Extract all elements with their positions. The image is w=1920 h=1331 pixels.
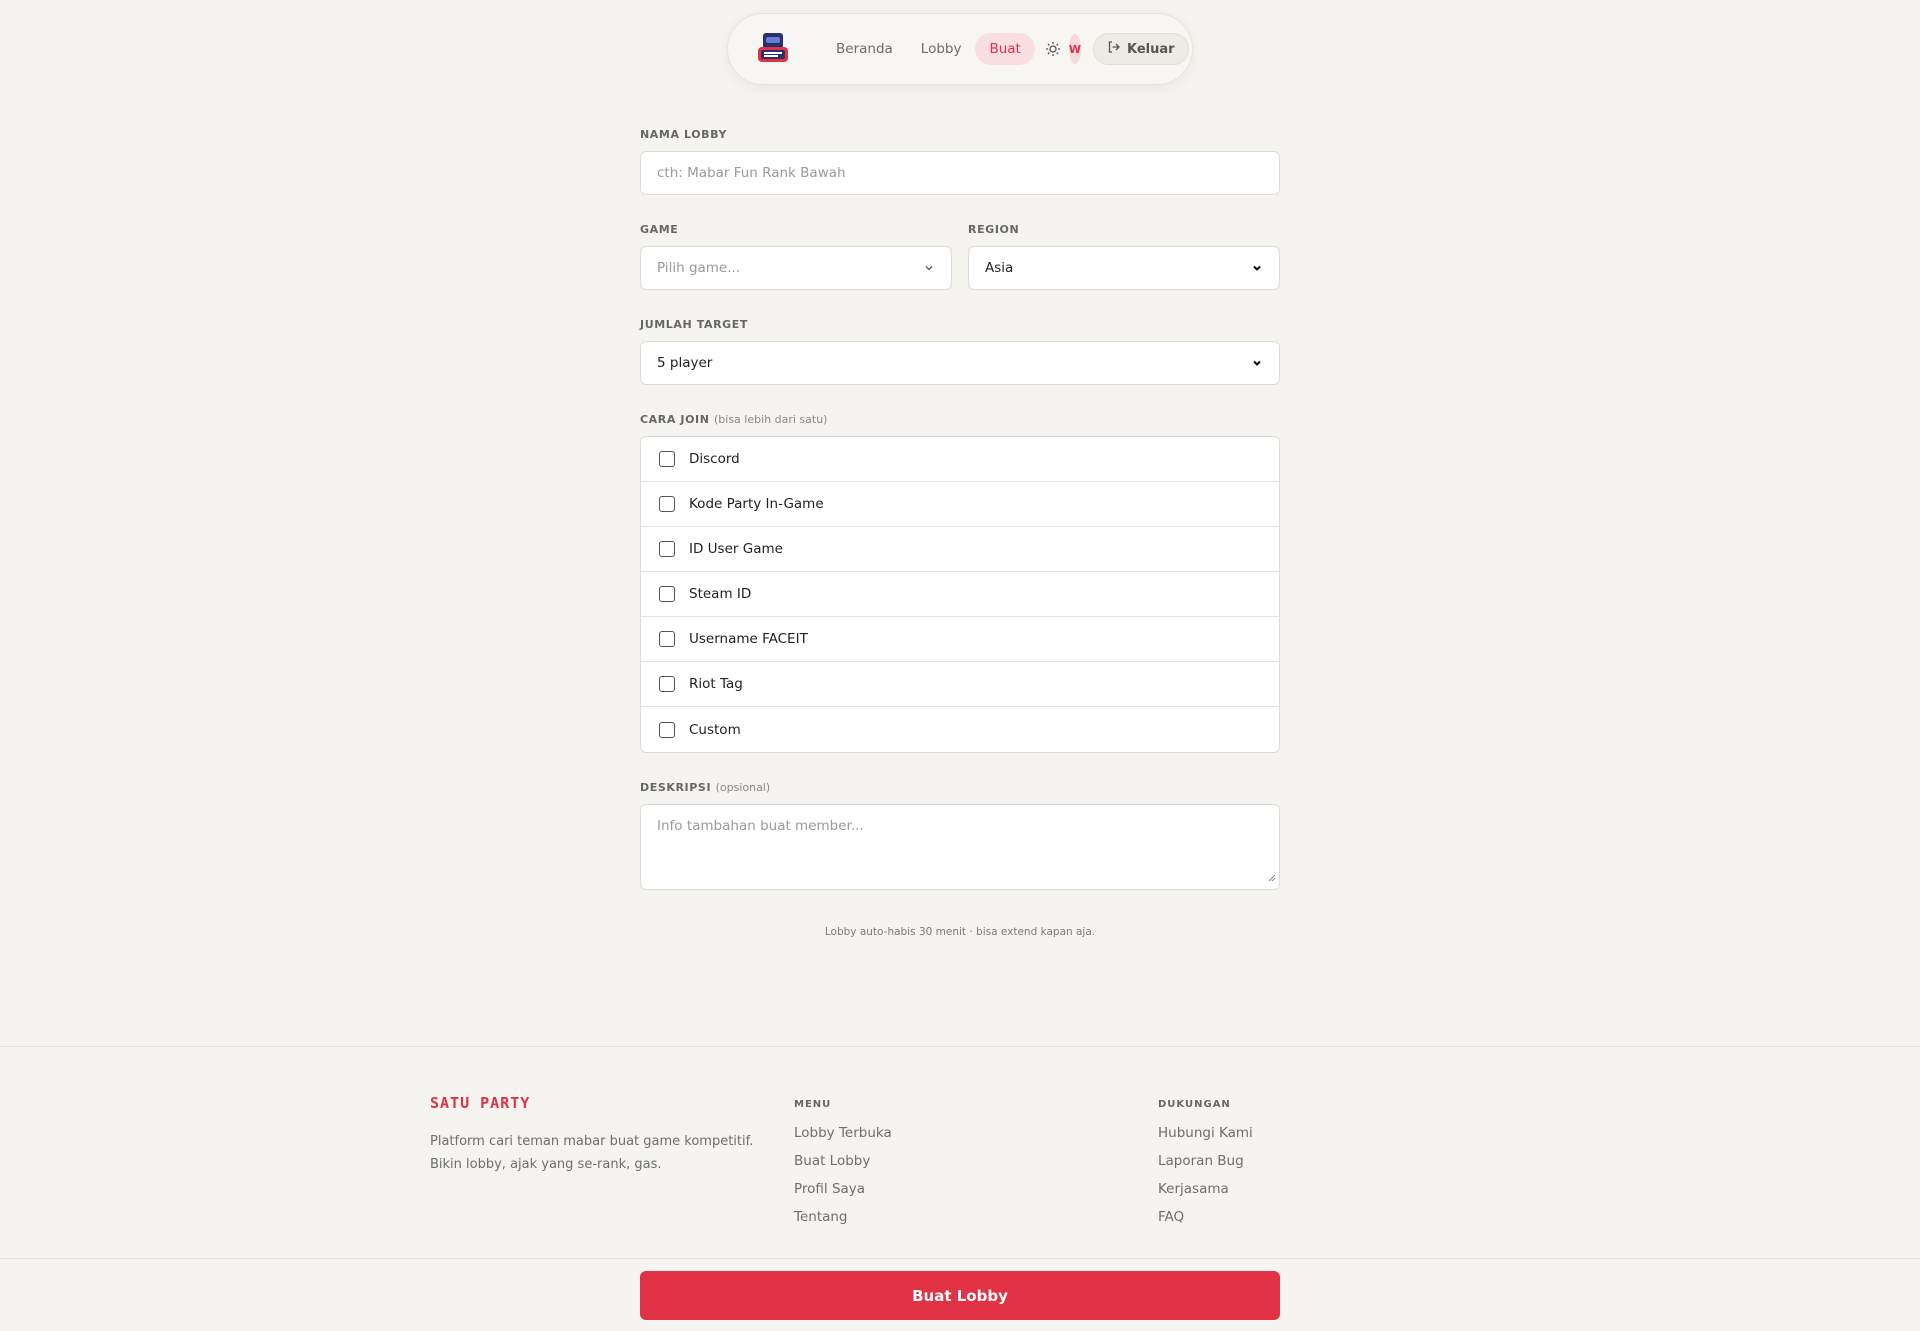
join-option-label: ID User Game — [689, 541, 783, 557]
checkbox[interactable] — [659, 721, 675, 738]
checkbox[interactable] — [659, 676, 675, 692]
description-label-text: DESKRIPSI — [640, 781, 712, 794]
join-option-label: Riot Tag — [689, 676, 743, 692]
checkbox[interactable] — [659, 631, 675, 647]
join-option-custom[interactable]: Custom — [641, 707, 1279, 752]
footer-link-profile[interactable]: Profil Saya — [794, 1180, 892, 1198]
logout-icon — [1107, 40, 1121, 58]
game-select-placeholder: Pilih game... — [657, 260, 741, 276]
region-value: Asia — [985, 260, 1014, 276]
nav-link-beranda[interactable]: Beranda — [822, 33, 907, 65]
join-option-discord[interactable]: Discord — [641, 437, 1279, 482]
region-select[interactable]: Asia — [968, 246, 1280, 290]
nav-link-lobby[interactable]: Lobby — [907, 33, 976, 65]
description-label-hint: (opsional) — [715, 781, 771, 794]
create-lobby-form: NAMA LOBBY cth: Mabar Fun Rank Bawah GAM… — [640, 128, 1280, 938]
footer-link-partnership[interactable]: Kerjasama — [1158, 1180, 1253, 1198]
join-option-label: Custom — [689, 721, 741, 738]
footer-link-contact[interactable]: Hubungi Kami — [1158, 1124, 1253, 1142]
logout-button[interactable]: Keluar — [1093, 33, 1189, 65]
footer-menu-title: MENU — [794, 1099, 832, 1110]
lobby-expiry-note: Lobby auto-habis 30 menit · bisa extend … — [824, 926, 1096, 938]
footer-support: DUKUNGAN Hubungi Kami Laporan Bug Kerjas… — [1158, 1099, 1253, 1236]
join-option-faceit[interactable]: Username FACEIT — [641, 617, 1279, 662]
sticky-submit-bar: Buat Lobby — [0, 1258, 1920, 1331]
footer-tagline-line-1: Platform cari teman mabar buat game komp… — [430, 1134, 754, 1149]
footer-link-bug-report[interactable]: Laporan Bug — [1158, 1152, 1253, 1170]
footer-link-faq[interactable]: FAQ — [1158, 1208, 1253, 1226]
game-select[interactable]: Pilih game... — [640, 246, 952, 290]
avatar[interactable]: W — [1068, 34, 1081, 64]
footer-brand-name: SATU PARTY — [430, 1094, 531, 1112]
join-option-label: Steam ID — [689, 586, 752, 602]
checkbox[interactable] — [659, 451, 675, 467]
region-label: REGION — [968, 223, 1020, 236]
chevron-down-icon — [1251, 262, 1263, 274]
chevron-down-icon — [923, 262, 935, 274]
checkbox[interactable] — [659, 496, 675, 512]
join-option-label: Kode Party In-Game — [689, 496, 824, 512]
target-select[interactable]: 5 player — [640, 341, 1280, 385]
sun-icon[interactable] — [1045, 35, 1061, 63]
description-textarea[interactable]: Info tambahan buat member... — [640, 804, 1280, 890]
logout-label: Keluar — [1127, 41, 1175, 57]
satu-party-logo[interactable] — [754, 30, 792, 68]
footer-link-create-lobby[interactable]: Buat Lobby — [794, 1152, 892, 1170]
top-nav: Beranda Lobby Buat W Keluar — [727, 13, 1193, 85]
join-label-hint: (bisa lebih dari satu) — [713, 413, 828, 426]
resize-handle-icon[interactable] — [1268, 870, 1276, 886]
join-label-text: CARA JOIN — [640, 413, 710, 426]
footer-brand: SATU PARTY Platform cari teman mabar bua… — [430, 1094, 770, 1176]
join-option-user-id[interactable]: ID User Game — [641, 527, 1279, 572]
nav-link-buat[interactable]: Buat — [975, 33, 1035, 65]
join-option-riot-tag[interactable]: Riot Tag — [641, 662, 1279, 707]
target-label: JUMLAH TARGET — [640, 318, 749, 331]
join-option-steam-id[interactable]: Steam ID — [641, 572, 1279, 617]
target-value: 5 player — [657, 355, 713, 371]
checkbox[interactable] — [659, 541, 675, 557]
lobby-name-input[interactable]: cth: Mabar Fun Rank Bawah — [640, 151, 1280, 195]
chevron-down-icon — [1251, 357, 1263, 369]
lobby-name-label: NAMA LOBBY — [640, 128, 728, 141]
description-placeholder: Info tambahan buat member... — [657, 818, 864, 834]
create-lobby-button[interactable]: Buat Lobby — [640, 1271, 1280, 1320]
footer-tagline: Platform cari teman mabar buat game komp… — [430, 1130, 770, 1176]
description-label: DESKRIPSI (opsional) — [640, 781, 1280, 794]
join-option-label: Username FACEIT — [689, 631, 808, 647]
footer-tagline-line-2: Bikin lobby, ajak yang se-rank, gas. — [430, 1157, 662, 1172]
footer-link-about[interactable]: Tentang — [794, 1208, 892, 1226]
join-option-label: Discord — [689, 451, 740, 467]
footer-menu: MENU Lobby Terbuka Buat Lobby Profil Say… — [794, 1099, 892, 1236]
game-label: GAME — [640, 223, 679, 236]
checkbox[interactable] — [659, 586, 675, 602]
footer-support-title: DUKUNGAN — [1158, 1099, 1231, 1110]
join-options: Discord Kode Party In-Game ID User Game … — [640, 436, 1280, 753]
footer-link-open-lobby[interactable]: Lobby Terbuka — [794, 1124, 892, 1142]
join-option-party-code[interactable]: Kode Party In-Game — [641, 482, 1279, 527]
join-label: CARA JOIN (bisa lebih dari satu) — [640, 413, 1280, 426]
